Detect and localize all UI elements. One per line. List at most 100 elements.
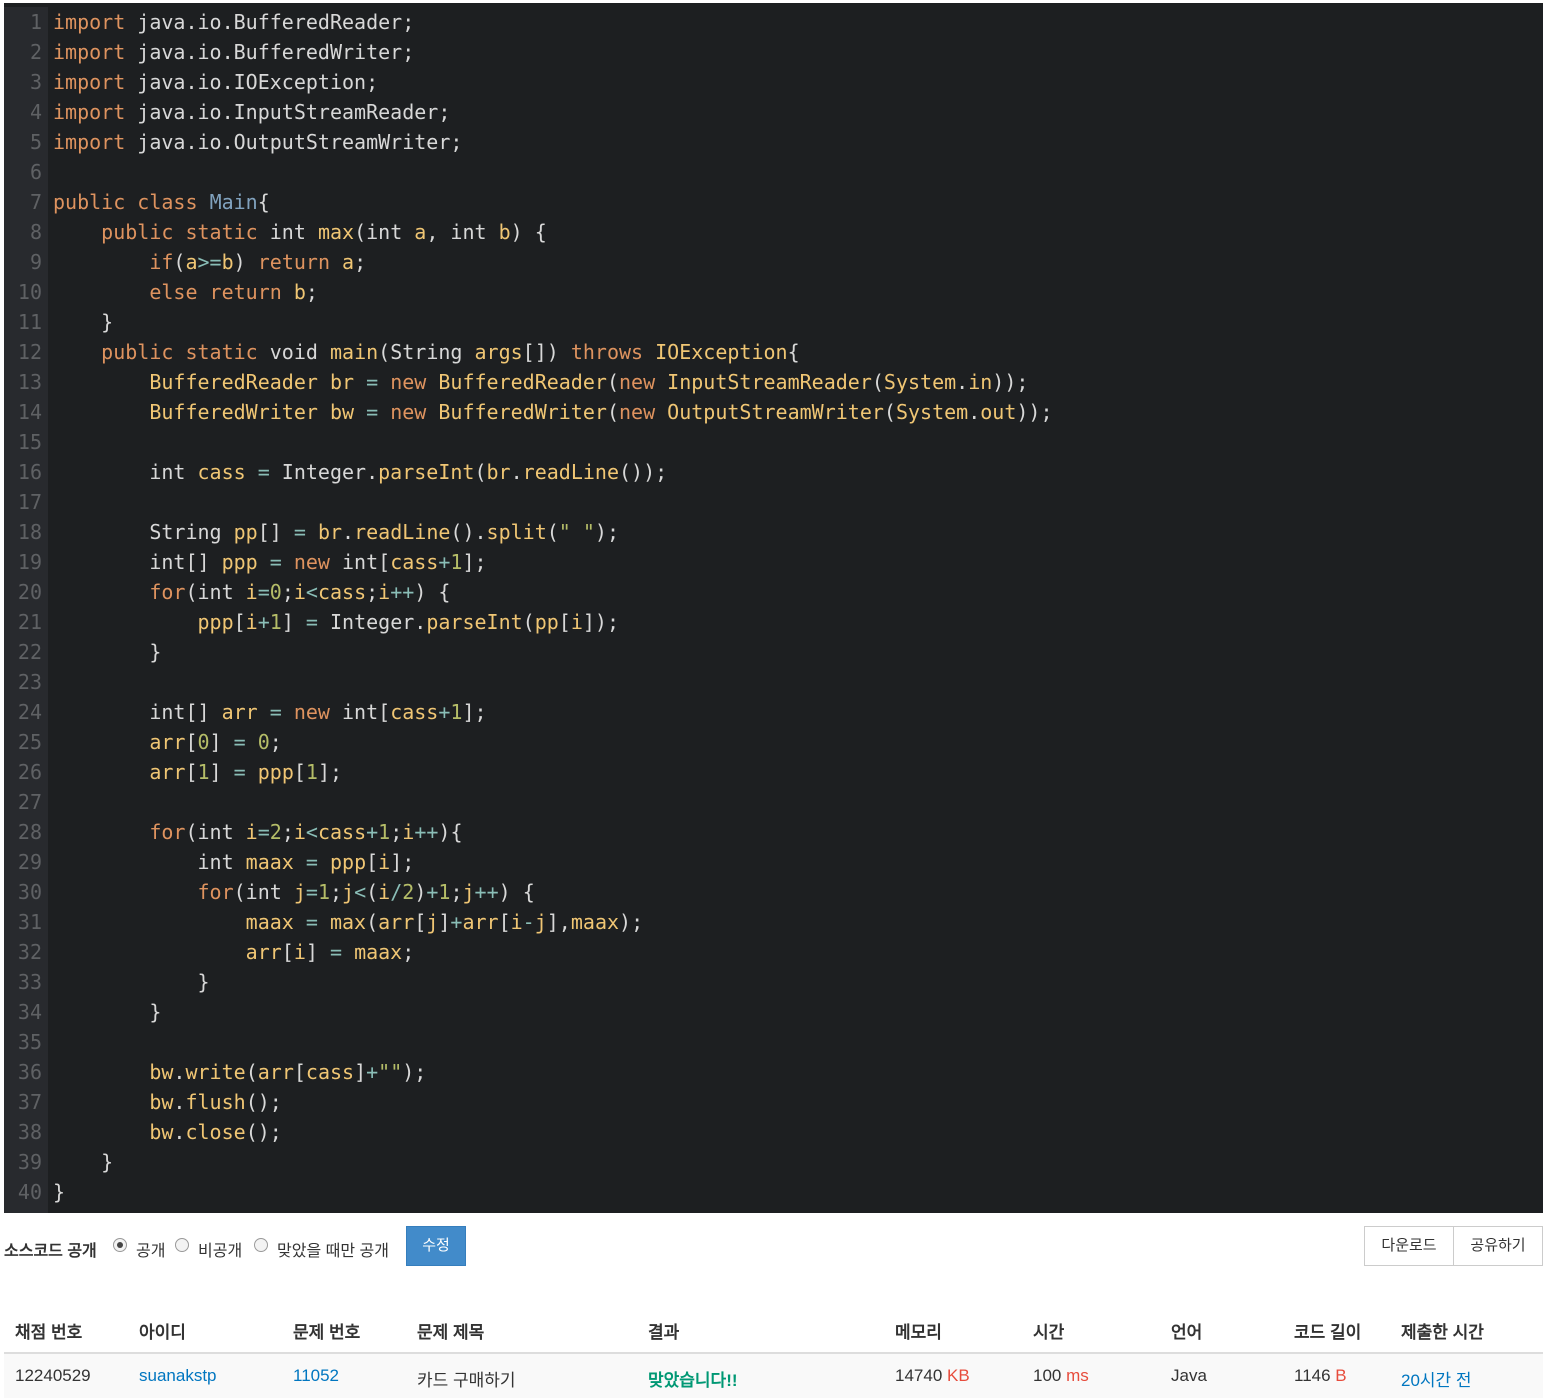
code-text: int maax = ppp[i]; (197, 850, 415, 874)
line-number: 31 (17, 910, 42, 934)
header-problem-id: 문제 번호 (293, 1323, 361, 1342)
code-line: 39 } (4, 1147, 1543, 1177)
code-length-number: 1146 (1294, 1366, 1331, 1385)
code-text: if(a>=b) return a; (149, 250, 367, 274)
code-line: 11 } (4, 307, 1543, 337)
code-line: 30 for(int j=1;j<(i/2)+1;j++) { (4, 877, 1543, 907)
header-code-length: 코드 길이 (1294, 1323, 1362, 1342)
line-number: 17 (17, 490, 42, 514)
table-row: 12240529 suanakstp 11052 카드 구매하기 맞았습니다!!… (4, 1354, 1543, 1398)
code-line: 37 bw.flush(); (4, 1087, 1543, 1117)
line-number: 9 (29, 250, 42, 274)
header-user-id: 아이디 (139, 1323, 186, 1342)
line-number: 29 (17, 850, 42, 874)
line-number: 23 (17, 670, 42, 694)
code-text: arr[0] = 0; (149, 730, 282, 754)
radio-public-label[interactable]: 공개 (136, 1237, 165, 1261)
code-line: 16 int cass = Integer.parseInt(br.readLi… (4, 457, 1543, 487)
line-number: 24 (17, 700, 42, 724)
code-text: bw.close(); (149, 1120, 282, 1144)
header-memory: 메모리 (895, 1323, 942, 1342)
radio-public[interactable] (113, 1238, 127, 1252)
code-line: 21 ppp[i+1] = Integer.parseInt(pp[i]); (4, 607, 1543, 637)
line-number: 26 (17, 760, 42, 784)
radio-public-when-correct-label[interactable]: 맞았을 때만 공개 (277, 1237, 389, 1261)
time-unit: ms (1066, 1366, 1089, 1385)
share-button[interactable]: 공유하기 (1453, 1226, 1543, 1266)
code-line: 3 import java.io.IOException; (4, 67, 1543, 97)
code-text: int[] arr = new int[cass+1]; (149, 700, 487, 724)
line-number: 15 (17, 430, 42, 454)
code-text: else return b; (149, 280, 318, 304)
edit-button[interactable]: 수정 (406, 1226, 466, 1266)
code-line: 19 int[] ppp = new int[cass+1]; (4, 547, 1543, 577)
line-number: 27 (17, 790, 42, 814)
code-text: import java.io.BufferedWriter; (53, 40, 415, 64)
code-line: 1 import java.io.BufferedReader; (4, 7, 1543, 37)
code-line: 15 (4, 427, 1543, 457)
code-line: 29 int maax = ppp[i]; (4, 847, 1543, 877)
code-line: 4 import java.io.InputStreamReader; (4, 97, 1543, 127)
code-line: 22 } (4, 637, 1543, 667)
code-text: } (53, 970, 210, 994)
line-number: 38 (17, 1120, 42, 1144)
code-line: 8 public static int max(int a, int b) { (4, 217, 1543, 247)
code-line: 40} (4, 1177, 1543, 1207)
language: Java (1171, 1366, 1207, 1385)
code-line: 31 maax = max(arr[j]+arr[i-j],maax); (4, 907, 1543, 937)
radio-public-when-correct[interactable] (254, 1238, 268, 1252)
code-text: maax = max(arr[j]+arr[i-j],maax); (245, 910, 644, 934)
code-text: public static int max(int a, int b) { (101, 220, 547, 244)
code-text: } (53, 1180, 66, 1204)
line-number: 22 (17, 640, 42, 664)
line-number: 13 (17, 370, 42, 394)
code-line: 20 for(int i=0;i<cass;i++) { (4, 577, 1543, 607)
code-text: int[] ppp = new int[cass+1]; (149, 550, 487, 574)
line-number: 34 (17, 1000, 42, 1024)
line-number: 3 (29, 70, 42, 94)
radio-private[interactable] (175, 1238, 189, 1252)
code-text: BufferedReader br = new BufferedReader(n… (149, 370, 1029, 394)
code-line: 38 bw.close(); (4, 1117, 1543, 1147)
line-number: 7 (29, 190, 42, 214)
line-number: 1 (29, 10, 42, 34)
code-text: for(int i=2;i<cass+1;i++){ (149, 820, 463, 844)
code-text: import java.io.InputStreamReader; (53, 100, 451, 124)
code-lines: 1 import java.io.BufferedReader; 2 import j… (4, 7, 1543, 1207)
result-status: 맞았습니다!! (648, 1371, 738, 1390)
code-line: 10 else return b; (4, 277, 1543, 307)
code-line: 25 arr[0] = 0; (4, 727, 1543, 757)
line-number: 39 (17, 1150, 42, 1174)
code-line: 17 (4, 487, 1543, 517)
time-value: 100 ms (1033, 1366, 1089, 1386)
line-number: 32 (17, 940, 42, 964)
code-text: } (53, 310, 114, 334)
header-submission-id: 채점 번호 (15, 1323, 83, 1342)
line-number: 10 (17, 280, 42, 304)
header-time: 시간 (1033, 1323, 1065, 1342)
download-button[interactable]: 다운로드 (1364, 1226, 1454, 1266)
code-text: public class Main{ (53, 190, 270, 214)
code-line: 24 int[] arr = new int[cass+1]; (4, 697, 1543, 727)
code-text: ppp[i+1] = Integer.parseInt(pp[i]); (197, 610, 620, 634)
code-text: String pp[] = br.readLine().split(" "); (149, 520, 620, 544)
header-problem-title: 문제 제목 (417, 1323, 485, 1342)
line-number: 12 (17, 340, 42, 364)
code-line: 23 (4, 667, 1543, 697)
problem-id-link[interactable]: 11052 (293, 1366, 339, 1386)
code-length-value: 1146 B (1294, 1366, 1347, 1386)
code-text: import java.io.IOException; (53, 70, 379, 94)
code-line: 14 BufferedWriter bw = new BufferedWrite… (4, 397, 1543, 427)
code-line: 13 BufferedReader br = new BufferedReade… (4, 367, 1543, 397)
code-text: for(int j=1;j<(i/2)+1;j++) { (197, 880, 535, 904)
line-number: 28 (17, 820, 42, 844)
line-number: 2 (29, 40, 42, 64)
submitted-at-link[interactable]: 20시간 전 (1401, 1366, 1472, 1391)
user-id-link[interactable]: suanakstp (139, 1366, 217, 1386)
code-editor[interactable]: 1 import java.io.BufferedReader; 2 import j… (4, 3, 1543, 1213)
code-text: import java.io.BufferedReader; (53, 10, 415, 34)
line-number: 19 (17, 550, 42, 574)
code-text: } (53, 1000, 162, 1024)
radio-private-label[interactable]: 비공개 (198, 1237, 242, 1261)
line-number: 25 (17, 730, 42, 754)
